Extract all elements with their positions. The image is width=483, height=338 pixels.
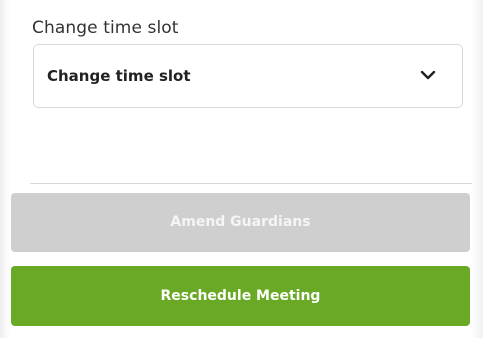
reschedule-panel: Change time slot Change time slot Amend … xyxy=(0,0,483,338)
time-slot-label: Change time slot xyxy=(32,18,179,38)
reschedule-meeting-button[interactable]: Reschedule Meeting xyxy=(11,266,470,326)
panel-left-shadow xyxy=(0,0,10,338)
time-slot-select[interactable]: Change time slot xyxy=(33,44,463,108)
panel-right-shadow xyxy=(471,0,483,338)
time-slot-selected-value: Change time slot xyxy=(47,67,191,85)
section-divider xyxy=(30,183,472,184)
chevron-down-icon[interactable] xyxy=(420,67,436,83)
amend-guardians-button[interactable]: Amend Guardians xyxy=(11,193,470,252)
